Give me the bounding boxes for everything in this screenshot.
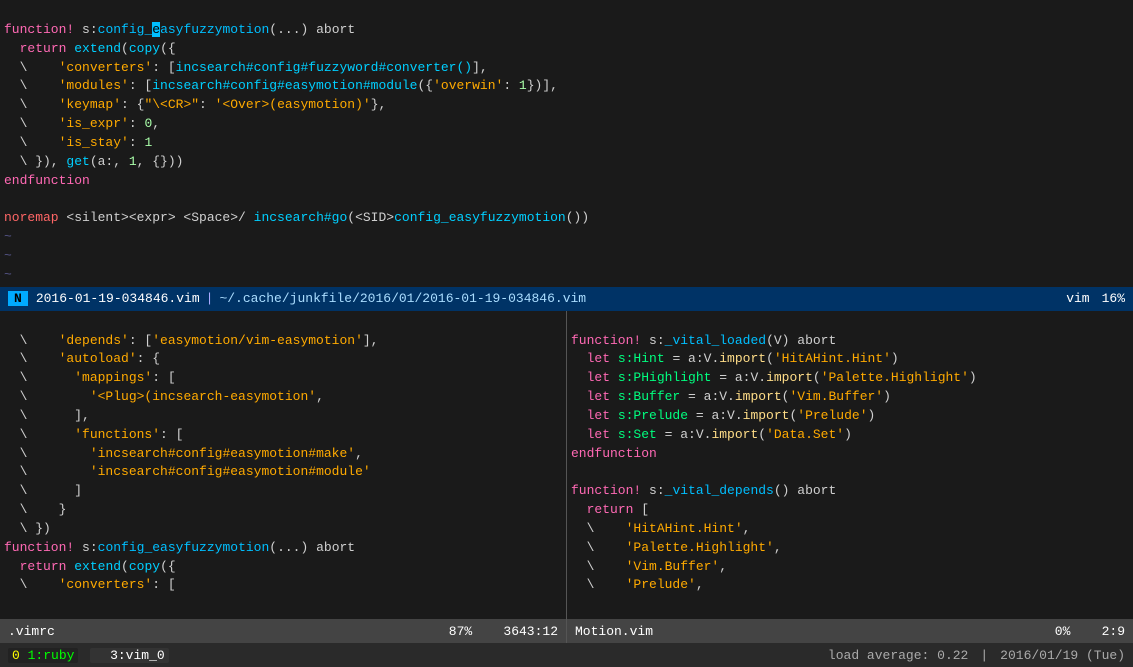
left-filename: 2016-01-19-034846.vim (36, 291, 200, 306)
right-status-right: 0% 2:9 (1055, 624, 1125, 639)
left-pane: \ 'depends': ['easymotion/vim-easymotion… (0, 311, 566, 619)
right-status-file: Motion.vim (575, 624, 653, 639)
tab-0[interactable]: 0 1:ruby (8, 648, 78, 663)
tab-0-label: 1:ruby (28, 648, 75, 663)
left-status-right: 87% 3643:12 (449, 624, 558, 639)
tab-1-label: 3:vim_0 (110, 648, 165, 663)
left-position: 3643:12 (503, 624, 558, 639)
date: 2016/01/19 (Tue) (1000, 648, 1125, 663)
vim-mode-label: vim (1066, 291, 1089, 306)
top-code-area: function! s:config_easyfuzzymotion(...) … (0, 0, 1133, 287)
right-code-area[interactable]: function! s:_vital_loaded(V) abort let s… (567, 311, 1133, 598)
keyword-function: function (4, 22, 66, 37)
top-pane: function! s:config_easyfuzzymotion(...) … (0, 0, 1133, 287)
vim-mode: N (8, 291, 28, 306)
right-pane: function! s:_vital_loaded(V) abort let s… (566, 311, 1133, 619)
editor: function! s:config_easyfuzzymotion(...) … (0, 0, 1133, 667)
date-label: | (980, 648, 988, 663)
left-code-area[interactable]: \ 'depends': ['easymotion/vim-easymotion… (0, 311, 566, 598)
tab-1[interactable]: 3:vim_0 (90, 648, 168, 663)
load-average: load average: 0.22 (828, 648, 968, 663)
tabbar: 0 1:ruby 3:vim_0 load average: 0.22 | 20… (0, 643, 1133, 667)
right-position: 2:9 (1102, 624, 1125, 639)
statusbar-right-info: vim 16% (1066, 291, 1125, 306)
left-status-file: .vimrc (8, 624, 55, 639)
left-statusbar: .vimrc 87% 3643:12 (0, 619, 566, 643)
sep: | (206, 291, 214, 306)
left-percent: 87% (449, 624, 472, 639)
percent-label: 16% (1102, 291, 1125, 306)
fn-sig: s:config_easyfuzzymotion(...) abort (82, 22, 355, 37)
split-area: \ 'depends': ['easymotion/vim-easymotion… (0, 311, 1133, 619)
left-path: ~/.cache/junkfile/2016/01/2016-01-19-034… (219, 291, 586, 306)
top-statusbar: N 2016-01-19-034846.vim | ~/.cache/junkf… (0, 287, 1133, 311)
right-percent: 0% (1055, 624, 1071, 639)
statusbars: .vimrc 87% 3643:12 Motion.vim 0% 2:9 (0, 619, 1133, 643)
right-statusbar: Motion.vim 0% 2:9 (566, 619, 1133, 643)
tab-1-num (94, 648, 102, 663)
tab-0-num: 0 (12, 648, 20, 663)
